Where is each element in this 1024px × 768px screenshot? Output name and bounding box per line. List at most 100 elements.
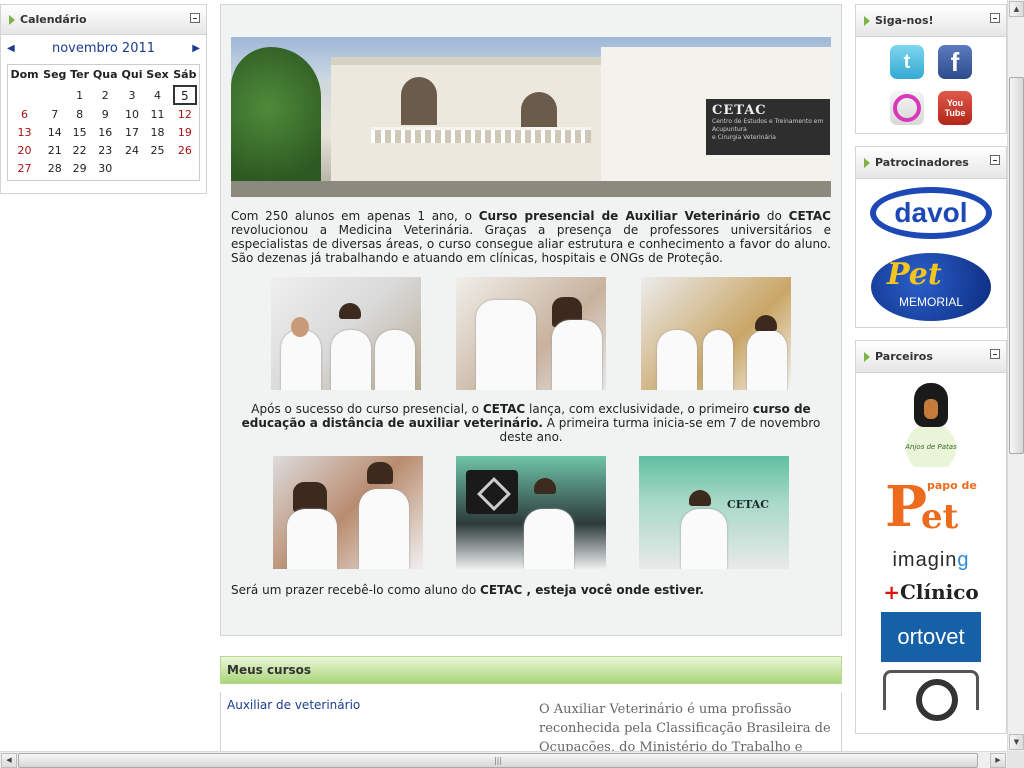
- day-cell: 12: [177, 107, 192, 121]
- class-photo: [456, 277, 606, 390]
- camera-icon[interactable]: [883, 670, 979, 721]
- collapse-icon[interactable]: [990, 13, 1000, 23]
- day-cell: [144, 159, 170, 177]
- facebook-icon[interactable]: f: [938, 45, 972, 79]
- social-icons: t f You Tube: [856, 37, 1006, 133]
- my-courses-header: Meus cursos: [220, 656, 842, 684]
- day-cell: 29: [72, 161, 87, 175]
- studio-photo: CETAC: [639, 456, 789, 569]
- triangle-bullet-icon: [864, 351, 870, 362]
- text-span: lança, com exclusividade, o primeiro: [525, 402, 753, 416]
- student-figure: [657, 330, 697, 390]
- scroll-right-icon[interactable]: ▶: [990, 753, 1006, 768]
- sponsors-block: Patrocinadores davol Pet MEMORIAL: [855, 146, 1007, 328]
- week-row: 27 28 29 30: [8, 159, 199, 177]
- cetac-sign-name: CETAC: [712, 103, 767, 118]
- bold-cetac: CETAC: [482, 402, 526, 416]
- main-column: CETAC Centro de Estudos e Treinamento em…: [220, 4, 842, 762]
- scrollbar-corner: [1007, 751, 1024, 768]
- clinico-logo[interactable]: +Clínico: [883, 580, 979, 604]
- day-cell: [41, 85, 68, 105]
- studio-photo: [456, 456, 606, 569]
- scroll-left-icon[interactable]: ◀: [1, 753, 17, 768]
- prev-month-icon[interactable]: ◀: [7, 43, 15, 54]
- pet-memorial-pet: Pet: [887, 257, 942, 292]
- day-cell: 26: [177, 143, 192, 157]
- weekday-mon: Seg: [43, 68, 67, 81]
- day-cell: 16: [98, 125, 113, 139]
- week-row: 20 21 22 23 24 25 26: [8, 141, 199, 159]
- hero-tree: [231, 47, 321, 197]
- papo-de-pet-logo[interactable]: P papo de et: [881, 475, 981, 541]
- text-span: do: [760, 209, 789, 223]
- scroll-up-icon[interactable]: ▲: [1009, 1, 1024, 17]
- photo-row-2: CETAC: [231, 456, 831, 569]
- pet-memorial-memorial: MEMORIAL: [899, 295, 964, 309]
- dog-face: [924, 399, 938, 419]
- day-cell: 28: [47, 161, 62, 175]
- student-figure: [281, 330, 321, 390]
- partners-title: Parceiros: [875, 350, 933, 363]
- left-column: Calendário ◀ novembro 2011 ▶ Dom Seg Ter…: [0, 4, 207, 194]
- day-cell: 14: [47, 125, 62, 139]
- davol-logo[interactable]: davol: [870, 187, 992, 239]
- hero-window: [401, 77, 437, 125]
- student-figure: [287, 509, 337, 569]
- day-cell: [171, 159, 199, 177]
- student-hair: [367, 462, 393, 484]
- pet-memorial-logo[interactable]: Pet MEMORIAL: [871, 253, 991, 321]
- sponsors-header: Patrocinadores: [856, 147, 1006, 179]
- day-cell: 17: [124, 125, 139, 139]
- orkut-icon[interactable]: [890, 91, 924, 125]
- triangle-bullet-icon: [864, 15, 870, 26]
- text-span: revolucionou a Medicina Veterinária. Gra…: [231, 223, 831, 265]
- imagin-text: imagin: [892, 549, 958, 571]
- anjos-de-patas-logo[interactable]: Anjos de Patas: [886, 381, 976, 467]
- hero-balcony: [371, 127, 591, 143]
- vertical-scrollbar[interactable]: ▲ ▼: [1007, 0, 1024, 751]
- papo-top: papo de: [927, 479, 977, 492]
- next-month-icon[interactable]: ▶: [192, 43, 200, 54]
- student-hair: [293, 482, 327, 512]
- day-cell: [120, 159, 145, 177]
- today-date: 5: [172, 85, 197, 105]
- student-figure: [747, 330, 787, 390]
- cetac-sign-line1: Centro de Estudos e Treinamento em Acupu…: [712, 118, 824, 133]
- day-cell: [8, 85, 41, 105]
- collapse-icon[interactable]: [990, 349, 1000, 359]
- ead-paragraph: Após o sucesso do curso presencial, o CE…: [231, 402, 831, 444]
- partners-block: Parceiros Anjos de Patas P papo de et im…: [855, 340, 1007, 734]
- student-figure: [375, 330, 415, 390]
- triangle-bullet-icon: [864, 157, 870, 168]
- ortovet-logo[interactable]: ortovet: [881, 612, 981, 662]
- page: Calendário ◀ novembro 2011 ▶ Dom Seg Ter…: [0, 0, 1024, 768]
- collapse-icon[interactable]: [190, 13, 200, 23]
- student-hair: [755, 315, 777, 331]
- scroll-down-icon[interactable]: ▼: [1009, 734, 1024, 750]
- class-photo: [271, 277, 421, 390]
- sponsors-title: Patrocinadores: [875, 156, 969, 169]
- horizontal-scrollbar[interactable]: ◀ ||| ▶: [0, 751, 1007, 768]
- bold-cetac: CETAC: [788, 209, 831, 223]
- youtube-tube: Tube: [944, 108, 966, 118]
- imagin-logo[interactable]: imaging: [892, 549, 969, 572]
- horizontal-scroll-thumb[interactable]: |||: [18, 753, 978, 768]
- calendar-month-link[interactable]: novembro 2011: [52, 41, 155, 56]
- collapse-icon[interactable]: [990, 155, 1000, 165]
- calendar-nav: ◀ novembro 2011 ▶: [1, 35, 206, 60]
- vertical-scroll-thumb[interactable]: [1009, 77, 1024, 454]
- day-cell: 18: [150, 125, 165, 139]
- text-span: Com 250 alunos em apenas 1 ano, o: [231, 209, 479, 223]
- student-hair: [339, 303, 361, 319]
- day-cell: 25: [150, 143, 165, 157]
- day-cell: 2: [101, 88, 109, 102]
- youtube-icon[interactable]: You Tube: [938, 91, 972, 125]
- day-cell: 6: [21, 107, 29, 121]
- weekday-tue: Ter: [70, 68, 90, 81]
- course-link[interactable]: Auxiliar de veterinário: [227, 698, 360, 712]
- day-cell: 13: [17, 125, 32, 139]
- presenter-figure: [524, 509, 574, 569]
- class-photo: [641, 277, 791, 390]
- student-head: [291, 317, 309, 337]
- twitter-icon[interactable]: t: [890, 45, 924, 79]
